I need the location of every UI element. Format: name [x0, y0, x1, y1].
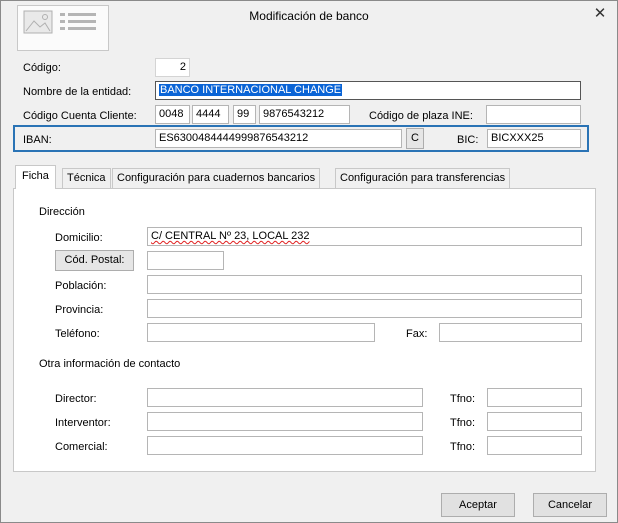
domicilio-label: Domicilio: [55, 232, 103, 244]
director-tfno-field[interactable] [487, 388, 582, 407]
tab-transferencias[interactable]: Configuración para transferencias [335, 168, 511, 188]
ccc-cuenta-field[interactable]: 9876543212 [259, 105, 350, 124]
interventor-label: Interventor: [55, 417, 111, 429]
iban-field[interactable]: ES6300484444999876543212 [155, 129, 402, 148]
cod-postal-field[interactable] [147, 251, 224, 270]
ccc-entidad-field[interactable]: 0048 [155, 105, 190, 124]
poblacion-label: Población: [55, 280, 107, 292]
comercial-tfno-label: Tfno: [450, 441, 476, 453]
tab-tecnica[interactable]: Técnica [62, 168, 111, 188]
director-tfno-label: Tfno: [450, 393, 476, 405]
tab-ficha[interactable]: Ficha [15, 165, 56, 189]
cod-postal-button[interactable]: Cód. Postal: [55, 250, 134, 271]
contacto-heading: Otra información de contacto [39, 358, 181, 370]
fax-label: Fax: [406, 328, 428, 340]
iban-label: IBAN: [23, 134, 52, 146]
provincia-field[interactable] [147, 299, 582, 318]
plaza-field[interactable] [486, 105, 581, 124]
plaza-label: Código de plaza INE: [369, 110, 473, 122]
domicilio-field[interactable]: C/ CENTRAL Nº 23, LOCAL 232 [147, 227, 582, 246]
comercial-tfno-field[interactable] [487, 436, 582, 455]
poblacion-field[interactable] [147, 275, 582, 294]
domicilio-value: C/ CENTRAL Nº 23, LOCAL 232 [151, 230, 310, 242]
bic-field[interactable]: BICXXX25 [487, 129, 581, 148]
title-bar: Modificación de banco ✕ [1, 1, 617, 51]
telefono-field[interactable] [147, 323, 375, 342]
dialog-window: Modificación de banco ✕ Código: 2 Nombre… [0, 0, 618, 523]
director-field[interactable] [147, 388, 423, 407]
entidad-field[interactable]: BANCO INTERNACIONAL CHANGE [155, 81, 581, 100]
fax-field[interactable] [439, 323, 582, 342]
tab-cuadernos[interactable]: Configuración para cuadernos bancarios [112, 168, 321, 188]
ccc-label: Código Cuenta Cliente: [23, 110, 137, 122]
director-label: Director: [55, 393, 97, 405]
interventor-tfno-field[interactable] [487, 412, 582, 431]
direccion-heading: Dirección [39, 206, 85, 218]
entidad-label: Nombre de la entidad: [23, 86, 132, 98]
ccc-dc-field[interactable]: 99 [233, 105, 256, 124]
ccc-oficina-field[interactable]: 4444 [192, 105, 229, 124]
bic-label: BIC: [457, 134, 479, 146]
comercial-field[interactable] [147, 436, 423, 455]
provincia-label: Provincia: [55, 304, 104, 316]
codigo-field[interactable]: 2 [155, 58, 190, 77]
interventor-field[interactable] [147, 412, 423, 431]
accept-button[interactable]: Aceptar [441, 493, 515, 517]
comercial-label: Comercial: [55, 441, 108, 453]
entidad-value: BANCO INTERNACIONAL CHANGE [159, 84, 343, 96]
telefono-label: Teléfono: [55, 328, 100, 340]
cancel-button[interactable]: Cancelar [533, 493, 607, 517]
iban-calc-button[interactable]: C [406, 128, 424, 149]
codigo-label: Código: [23, 62, 61, 74]
interventor-tfno-label: Tfno: [450, 417, 476, 429]
window-title: Modificación de banco [249, 9, 369, 23]
close-icon[interactable]: ✕ [591, 5, 609, 23]
